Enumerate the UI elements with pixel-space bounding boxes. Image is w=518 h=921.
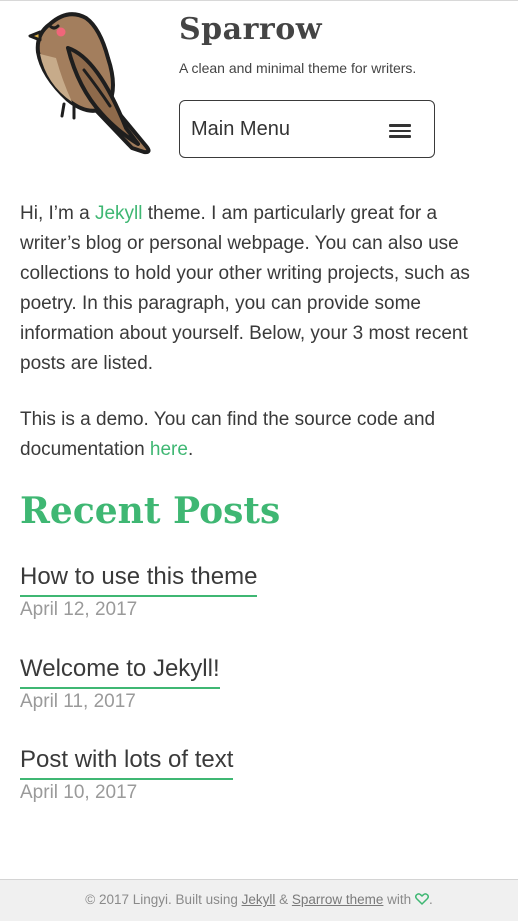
post-item: How to use this theme April 12, 2017 — [20, 562, 258, 621]
post-title-link[interactable]: How to use this theme — [20, 562, 258, 597]
demo-text-after: . — [187, 439, 194, 460]
post-item: Welcome to Jekyll! April 11, 2017 — [20, 654, 220, 713]
intro-text-before: Hi, I’m a — [20, 203, 95, 224]
post-title-link[interactable]: Welcome to Jekyll! — [20, 654, 220, 689]
top-divider — [0, 0, 518, 1]
footer-period: . — [428, 892, 433, 907]
footer-copyright: © 2017 Lingyi. Built using — [85, 892, 242, 907]
main-menu-button[interactable]: Main Menu — [179, 100, 435, 158]
heart-icon — [414, 893, 429, 905]
demo-paragraph: This is a demo. You can find the source … — [20, 405, 500, 465]
post-date: April 10, 2017 — [20, 782, 138, 803]
footer-amp: & — [275, 892, 292, 907]
site-tagline: A clean and minimal theme for writers. — [179, 60, 417, 76]
footer-theme-link[interactable]: Sparrow theme — [292, 892, 384, 907]
intro-text-after: theme. I am particularly great for a wri… — [20, 203, 470, 374]
site-footer: © 2017 Lingyi. Built using Jekyll & Spar… — [0, 879, 518, 921]
intro-paragraph: Hi, I’m a Jekyll theme. I am particularl… — [20, 199, 500, 379]
post-date: April 11, 2017 — [20, 691, 136, 712]
post-date: April 12, 2017 — [20, 599, 138, 620]
sparrow-logo-icon[interactable] — [28, 8, 154, 156]
source-here-link[interactable]: here — [150, 439, 188, 460]
footer-with: with — [383, 892, 415, 907]
footer-jekyll-link[interactable]: Jekyll — [242, 892, 276, 907]
post-item: Post with lots of text April 10, 2017 — [20, 745, 234, 804]
jekyll-link[interactable]: Jekyll — [95, 203, 143, 224]
hamburger-icon — [389, 124, 411, 138]
post-title-link[interactable]: Post with lots of text — [20, 745, 234, 780]
recent-posts-heading: Recent Posts — [20, 490, 281, 532]
main-menu-label: Main Menu — [191, 118, 290, 140]
site-title[interactable]: Sparrow — [179, 12, 322, 47]
demo-text-before: This is a demo. You can find the source … — [20, 409, 436, 460]
